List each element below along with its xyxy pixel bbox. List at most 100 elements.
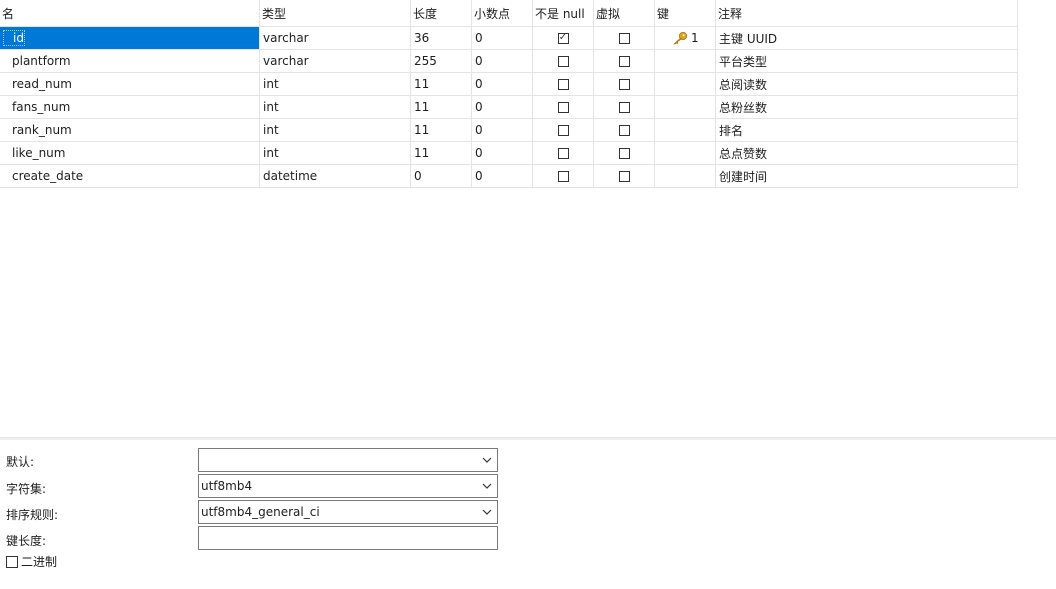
- virtual-cell: [594, 50, 655, 72]
- key-length-label: 键长度:: [6, 534, 47, 548]
- grid-body: id varchar 36 0 ✓ 1 主键 UUID plantform varchar 255…: [0, 27, 1018, 188]
- field-type-cell[interactable]: int: [260, 96, 411, 118]
- field-decimals-cell[interactable]: 0: [472, 27, 533, 49]
- not-null-cell: [533, 165, 594, 187]
- field-length-cell[interactable]: 11: [411, 96, 472, 118]
- field-type-cell[interactable]: int: [260, 119, 411, 141]
- table-row[interactable]: fans_num int 11 0 总粉丝数: [0, 96, 1018, 119]
- key-cell[interactable]: [655, 73, 716, 95]
- field-length-cell[interactable]: 11: [411, 119, 472, 141]
- virtual-checkbox[interactable]: [618, 101, 630, 113]
- not-null-checkbox[interactable]: [557, 55, 569, 67]
- not-null-checkbox[interactable]: [557, 170, 569, 182]
- virtual-checkbox[interactable]: [618, 170, 630, 182]
- table-row[interactable]: rank_num int 11 0 排名: [0, 119, 1018, 142]
- field-name: rank_num: [12, 123, 72, 137]
- key-length-input[interactable]: [198, 526, 498, 550]
- field-comment-cell[interactable]: 总粉丝数: [716, 96, 1018, 118]
- field-name: fans_num: [12, 100, 71, 114]
- virtual-checkbox[interactable]: [618, 147, 630, 159]
- field-length-cell[interactable]: 255: [411, 50, 472, 72]
- field-decimals-cell[interactable]: 0: [472, 119, 533, 141]
- virtual-cell: [594, 165, 655, 187]
- default-select[interactable]: [198, 448, 498, 472]
- field-length-cell[interactable]: 11: [411, 142, 472, 164]
- table-row[interactable]: plantform varchar 255 0 平台类型: [0, 50, 1018, 73]
- field-name-cell[interactable]: rank_num: [0, 119, 260, 141]
- collation-label: 排序规则:: [6, 508, 59, 522]
- not-null-checkbox[interactable]: [557, 78, 569, 90]
- field-name-cell[interactable]: create_date: [0, 165, 260, 187]
- field-comment-cell[interactable]: 平台类型: [716, 50, 1018, 72]
- field-comment-cell[interactable]: 主键 UUID: [716, 27, 1018, 49]
- header-comment[interactable]: 注释: [716, 0, 1018, 26]
- key-cell[interactable]: [655, 96, 716, 118]
- field-name: like_num: [12, 146, 66, 160]
- not-null-cell: ✓: [533, 27, 594, 49]
- not-null-checkbox[interactable]: [557, 147, 569, 159]
- field-length-cell[interactable]: 36: [411, 27, 472, 49]
- field-decimals-cell[interactable]: 0: [472, 73, 533, 95]
- key-cell[interactable]: [655, 50, 716, 72]
- header-name[interactable]: 名: [0, 0, 260, 26]
- field-decimals-cell[interactable]: 0: [472, 50, 533, 72]
- field-comment-cell[interactable]: 排名: [716, 119, 1018, 141]
- key-order: 1: [691, 31, 699, 45]
- not-null-checkbox[interactable]: [557, 124, 569, 136]
- virtual-checkbox[interactable]: [618, 32, 630, 44]
- header-length[interactable]: 长度: [411, 0, 472, 26]
- table-row[interactable]: like_num int 11 0 总点赞数: [0, 142, 1018, 165]
- field-decimals-cell[interactable]: 0: [472, 142, 533, 164]
- panel-divider[interactable]: [0, 437, 1056, 440]
- collation-select[interactable]: utf8mb4_general_ci: [198, 500, 498, 524]
- field-comment-cell[interactable]: 创建时间: [716, 165, 1018, 187]
- table-row[interactable]: create_date datetime 0 0 创建时间: [0, 165, 1018, 188]
- key-cell[interactable]: 1: [655, 27, 716, 49]
- chevron-down-icon[interactable]: [482, 481, 492, 491]
- header-not-null[interactable]: 不是 null: [533, 0, 594, 26]
- not-null-checkbox[interactable]: ✓: [557, 32, 569, 44]
- field-decimals-cell[interactable]: 0: [472, 165, 533, 187]
- chevron-down-icon[interactable]: [482, 455, 492, 465]
- header-type[interactable]: 类型: [260, 0, 411, 26]
- field-name-cell[interactable]: like_num: [0, 142, 260, 164]
- not-null-cell: [533, 119, 594, 141]
- field-comment-cell[interactable]: 总阅读数: [716, 73, 1018, 95]
- field-name: plantform: [12, 54, 71, 68]
- field-decimals-cell[interactable]: 0: [472, 96, 533, 118]
- field-length-cell[interactable]: 0: [411, 165, 472, 187]
- field-type-cell[interactable]: varchar: [260, 27, 411, 49]
- table-row[interactable]: read_num int 11 0 总阅读数: [0, 73, 1018, 96]
- field-comment-cell[interactable]: 总点赞数: [716, 142, 1018, 164]
- key-cell[interactable]: [655, 119, 716, 141]
- key-cell[interactable]: [655, 142, 716, 164]
- virtual-checkbox[interactable]: [618, 124, 630, 136]
- virtual-checkbox[interactable]: [618, 78, 630, 90]
- key-cell[interactable]: [655, 165, 716, 187]
- header-decimals[interactable]: 小数点: [472, 0, 533, 26]
- field-type-cell[interactable]: datetime: [260, 165, 411, 187]
- field-type-cell[interactable]: varchar: [260, 50, 411, 72]
- binary-checkbox[interactable]: [6, 555, 18, 568]
- field-name-cell[interactable]: fans_num: [0, 96, 260, 118]
- header-key[interactable]: 键: [655, 0, 716, 26]
- not-null-checkbox[interactable]: [557, 101, 569, 113]
- field-length-cell[interactable]: 11: [411, 73, 472, 95]
- virtual-checkbox[interactable]: [618, 55, 630, 67]
- binary-option[interactable]: 二进制: [6, 553, 57, 570]
- field-name-cell[interactable]: plantform: [0, 50, 260, 72]
- key-icon: [673, 32, 687, 45]
- chevron-down-icon[interactable]: [482, 507, 492, 517]
- default-label: 默认:: [6, 455, 35, 469]
- charset-value: utf8mb4: [201, 479, 253, 493]
- not-null-cell: [533, 73, 594, 95]
- field-name-cell[interactable]: read_num: [0, 73, 260, 95]
- header-virtual[interactable]: 虚拟: [594, 0, 655, 26]
- field-type-cell[interactable]: int: [260, 73, 411, 95]
- field-name: create_date: [12, 169, 84, 183]
- field-name-cell[interactable]: id: [0, 27, 260, 49]
- table-row[interactable]: id varchar 36 0 ✓ 1 主键 UUID: [0, 27, 1018, 50]
- charset-select[interactable]: utf8mb4: [198, 474, 498, 498]
- virtual-cell: [594, 119, 655, 141]
- field-type-cell[interactable]: int: [260, 142, 411, 164]
